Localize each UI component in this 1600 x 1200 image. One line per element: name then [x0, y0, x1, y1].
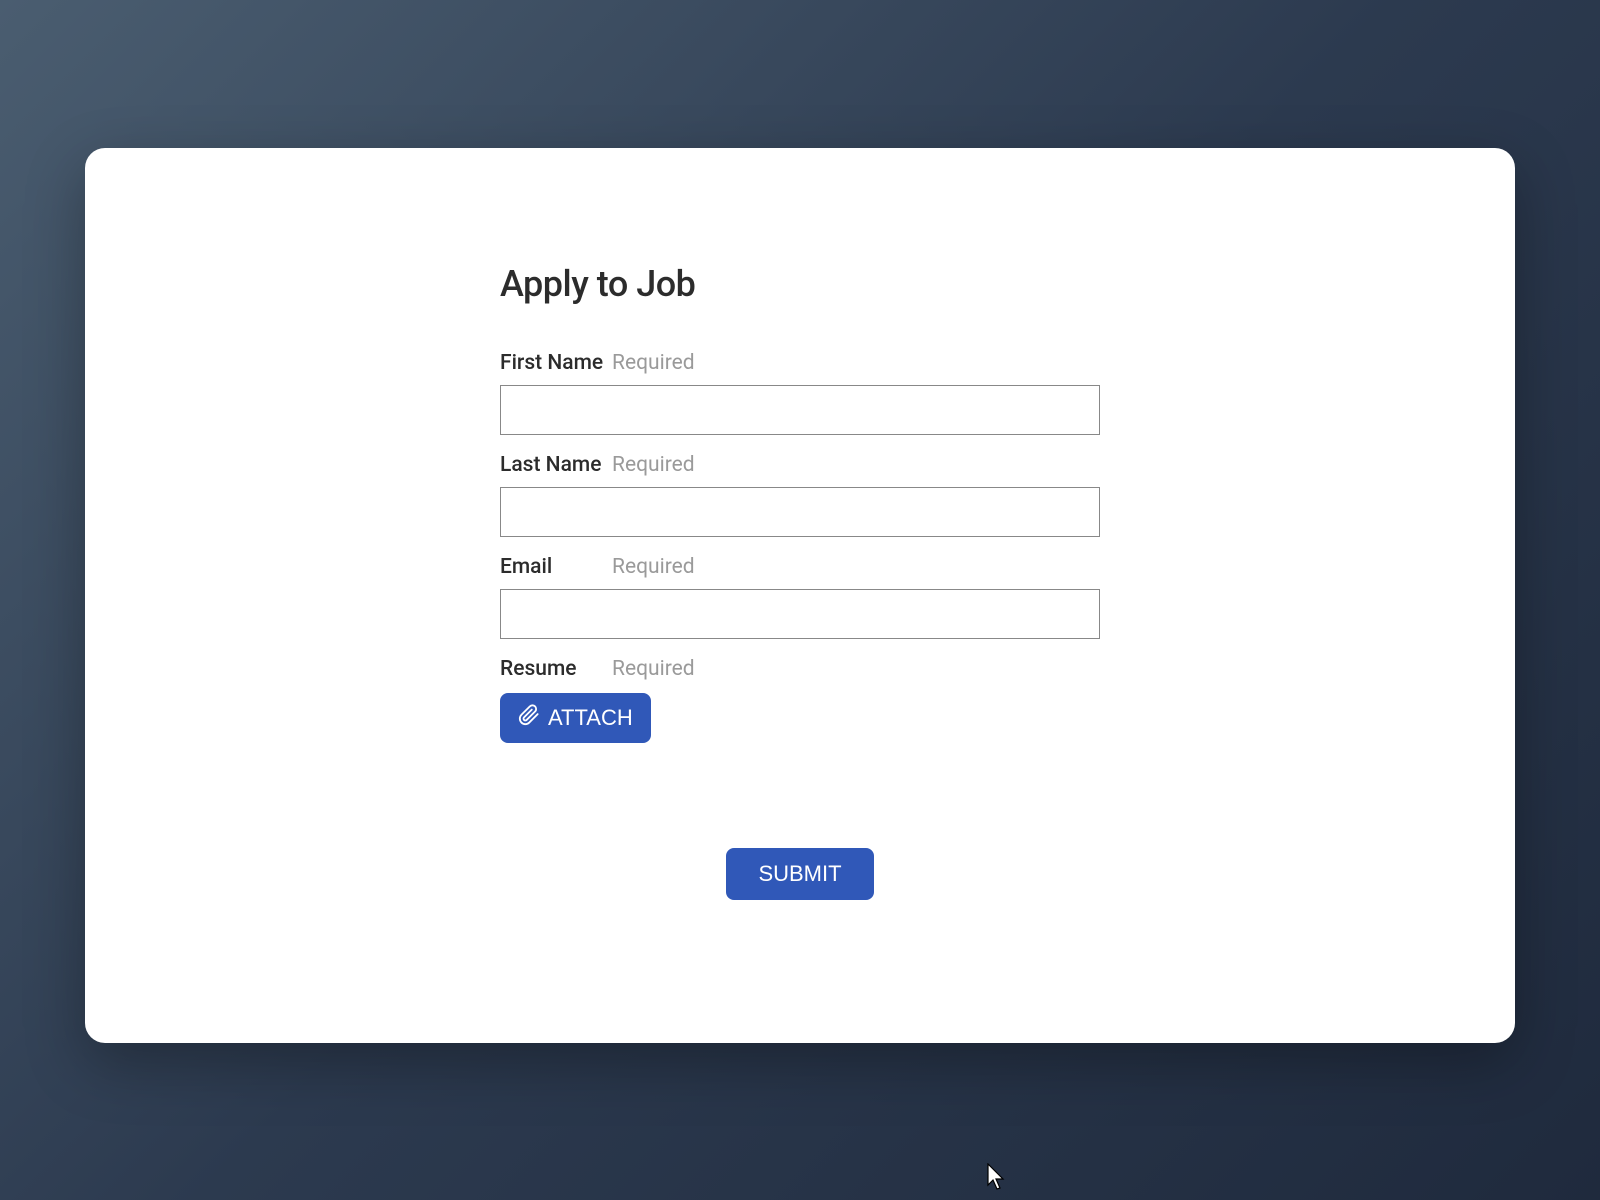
email-required: Required [612, 555, 695, 579]
last-name-required: Required [612, 453, 695, 477]
resume-field: Resume Required ATTACH [500, 657, 1100, 743]
email-label: Email [500, 555, 612, 579]
resume-label: Resume [500, 657, 612, 681]
form-card: Apply to Job First Name Required Last Na… [85, 148, 1515, 1043]
last-name-label: Last Name [500, 453, 612, 477]
first-name-field: First Name Required [500, 351, 1100, 435]
resume-required: Required [612, 657, 695, 681]
last-name-label-row: Last Name Required [500, 453, 1100, 477]
cursor-icon [987, 1163, 1007, 1195]
first-name-label: First Name [500, 351, 612, 375]
attach-button-label: ATTACH [548, 705, 633, 731]
last-name-input[interactable] [500, 487, 1100, 537]
attach-button[interactable]: ATTACH [500, 693, 651, 743]
paperclip-icon [518, 704, 540, 732]
email-label-row: Email Required [500, 555, 1100, 579]
first-name-required: Required [612, 351, 695, 375]
email-input[interactable] [500, 589, 1100, 639]
submit-container: SUBMIT [500, 848, 1100, 900]
first-name-label-row: First Name Required [500, 351, 1100, 375]
first-name-input[interactable] [500, 385, 1100, 435]
submit-button[interactable]: SUBMIT [726, 848, 873, 900]
last-name-field: Last Name Required [500, 453, 1100, 537]
email-field: Email Required [500, 555, 1100, 639]
resume-label-row: Resume Required [500, 657, 1100, 681]
form-title: Apply to Job [500, 263, 1100, 305]
form-container: Apply to Job First Name Required Last Na… [500, 263, 1100, 900]
